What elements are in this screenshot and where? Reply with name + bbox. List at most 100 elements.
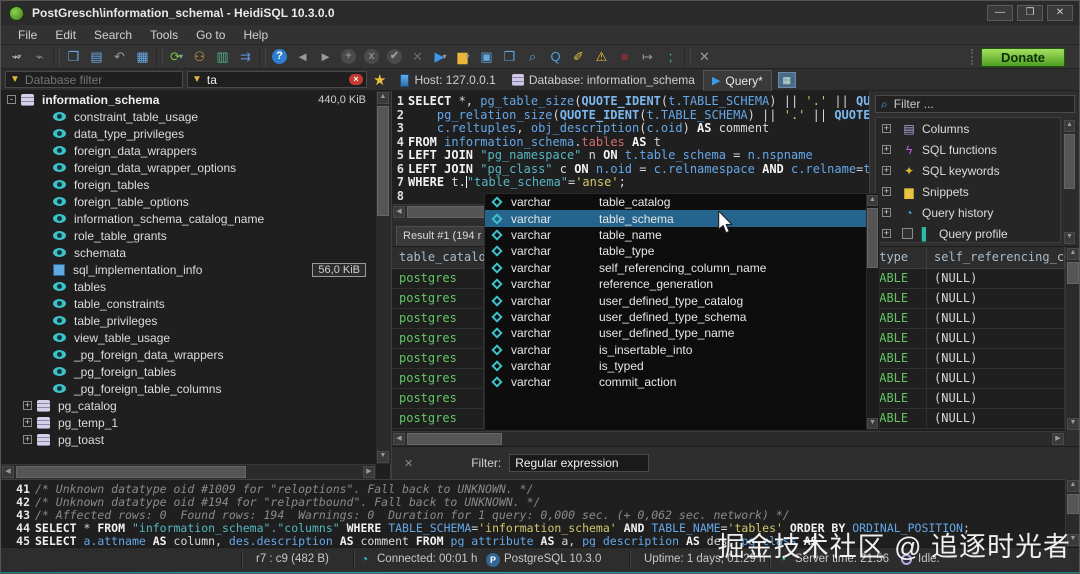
tree-item-sql_implementation_info[interactable]: sql_implementation_info56,0 KiB <box>1 261 390 278</box>
tab-host-127-0-0-1[interactable]: Host: 127.0.0.1 <box>392 70 503 91</box>
collapse-icon[interactable]: - <box>7 95 16 104</box>
autocomplete-item-user_defined_type_schema[interactable]: varcharuser_defined_type_schema <box>485 309 879 325</box>
clear-filter-icon[interactable]: × <box>349 74 363 85</box>
helper-vertical-scrollbar[interactable]: ▲ ▼ <box>1063 119 1077 245</box>
sql-editor[interactable]: 1SELECT *, pg_table_size(QUOTE_IDENT(t.T… <box>392 91 869 204</box>
helper-item-query-history[interactable]: +◔Query history <box>876 202 1060 223</box>
grid-cell[interactable]: postgres <box>392 389 484 409</box>
expand-icon[interactable]: + <box>23 401 32 410</box>
tree-item-_pg_foreign_table_columns[interactable]: _pg_foreign_table_columns <box>1 380 390 397</box>
run-query-icon[interactable]: ▶▾ <box>429 46 452 67</box>
tree-item-table_privileges[interactable]: table_privileges <box>1 312 390 329</box>
expand-icon[interactable]: + <box>23 418 32 427</box>
tree-item-table_constraints[interactable]: table_constraints <box>1 295 390 312</box>
table-filter-input[interactable] <box>207 73 362 87</box>
grid-cell[interactable]: (NULL) <box>927 269 1065 289</box>
menu-item-search[interactable]: Search <box>85 26 141 44</box>
helper-item-snippets[interactable]: +▆Snippets <box>876 181 1060 202</box>
tree-item-view_table_usage[interactable]: view_table_usage <box>1 329 390 346</box>
menu-item-tools[interactable]: Tools <box>141 26 187 44</box>
semicolon-icon[interactable]: ; <box>659 46 682 67</box>
warning-icon[interactable]: ⚠ <box>590 46 613 67</box>
dropdown-scrollbar[interactable]: ▲ ▼ <box>866 194 879 430</box>
donate-button[interactable]: Donate <box>981 48 1065 67</box>
expand-icon[interactable]: + <box>882 208 891 217</box>
undo-icon[interactable]: ↶ <box>108 46 131 67</box>
tree-item-foreign_data_wrappers[interactable]: foreign_data_wrappers <box>1 142 390 159</box>
tree-item-data_type_privileges[interactable]: data_type_privileges <box>1 125 390 142</box>
helper-item-query-profile[interactable]: +▌Query profile <box>876 223 1060 244</box>
tree-item-role_table_grants[interactable]: role_table_grants <box>1 227 390 244</box>
grid-cell[interactable]: (NULL) <box>927 289 1065 309</box>
autocomplete-item-commit_action[interactable]: varcharcommit_action <box>485 374 879 390</box>
tree-item-tables[interactable]: tables <box>1 278 390 295</box>
grid-cell[interactable]: (NULL) <box>927 349 1065 369</box>
indent-icon[interactable]: ↦ <box>636 46 659 67</box>
post-icon[interactable]: ✔ <box>383 46 406 67</box>
autocomplete-item-table_name[interactable]: varchartable_name <box>485 227 879 243</box>
menu-item-file[interactable]: File <box>9 26 46 44</box>
autocomplete-item-self_referencing_column_name[interactable]: varcharself_referencing_column_name <box>485 260 879 276</box>
menu-item-go-to[interactable]: Go to <box>187 26 234 44</box>
result-tab[interactable]: Result #1 (194 r » <box>396 226 495 246</box>
copy-icon[interactable]: ❐ <box>62 46 85 67</box>
save-icon[interactable]: ▣ <box>475 46 498 67</box>
go-last-icon[interactable]: ► <box>314 46 337 67</box>
tab-query-[interactable]: ▶Query* <box>703 70 772 91</box>
grid-column-header-self_referencing_col[interactable]: self_referencing_col <box>927 247 1065 269</box>
close-button[interactable]: ✕ <box>1047 5 1073 21</box>
favorites-star-icon[interactable]: ★ <box>373 71 386 89</box>
refresh-icon[interactable]: ⟳▾ <box>165 46 188 67</box>
grid-cell[interactable]: postgres <box>392 289 484 309</box>
tree-vertical-scrollbar[interactable]: ▲ ▼ <box>376 91 391 464</box>
expand-icon[interactable]: + <box>882 124 891 133</box>
find-icon[interactable]: ⌕ <box>521 46 544 67</box>
expand-icon[interactable]: + <box>882 187 891 196</box>
grid-column-header-table_catalog[interactable]: table_catalog <box>392 247 484 269</box>
query-profile-checkbox[interactable] <box>902 228 913 239</box>
tree-item-information_schema[interactable]: -information_schema440,0 KiB <box>1 91 390 108</box>
maximize-button[interactable]: ❐ <box>1017 5 1043 21</box>
help-icon[interactable]: ? <box>268 46 291 67</box>
tree-item-foreign_tables[interactable]: foreign_tables <box>1 176 390 193</box>
expand-icon[interactable]: + <box>882 166 891 175</box>
tree-item-foreign_table_options[interactable]: foreign_table_options <box>1 193 390 210</box>
user-manager-icon[interactable]: ⚇ <box>188 46 211 67</box>
add-row-icon[interactable]: + <box>337 46 360 67</box>
tab-database-information-schema[interactable]: Database: information_schema <box>504 70 703 91</box>
expand-icon[interactable]: + <box>23 435 32 444</box>
new-query-tab-icon[interactable]: ▦ <box>778 72 796 88</box>
tree-horizontal-scrollbar[interactable]: ◀ ▶ <box>1 464 376 479</box>
autocomplete-item-reference_generation[interactable]: varcharreference_generation <box>485 276 879 292</box>
tree-item-information_schema_catalog_name[interactable]: information_schema_catalog_name <box>1 210 390 227</box>
tree-item-pg_temp_1[interactable]: +pg_temp_1 <box>1 414 390 431</box>
menu-item-edit[interactable]: Edit <box>46 26 85 44</box>
export-grid-icon[interactable]: ▥ <box>211 46 234 67</box>
grid-cell[interactable]: postgres <box>392 409 484 429</box>
helper-item-sql-keywords[interactable]: +✦SQL keywords <box>876 160 1060 181</box>
tree-item-pg_catalog[interactable]: +pg_catalog <box>1 397 390 414</box>
grid-cell[interactable]: (NULL) <box>927 389 1065 409</box>
helper-filter-box[interactable]: ⌕ Filter ... <box>875 95 1075 113</box>
expand-icon[interactable]: + <box>882 145 891 154</box>
tree-item-_pg_foreign_data_wrappers[interactable]: _pg_foreign_data_wrappers <box>1 346 390 363</box>
autocomplete-item-user_defined_type_name[interactable]: varcharuser_defined_type_name <box>485 325 879 341</box>
tree-item-schemata[interactable]: schemata <box>1 244 390 261</box>
clear-grid-filter-icon[interactable]: ✕ <box>404 457 413 470</box>
cancel-edit-icon[interactable]: ✕ <box>406 46 429 67</box>
helper-item-sql-functions[interactable]: +ϟSQL functions <box>876 139 1060 160</box>
go-first-icon[interactable]: ◄ <box>291 46 314 67</box>
menu-item-help[interactable]: Help <box>234 26 277 44</box>
autocomplete-item-table_catalog[interactable]: varchartable_catalog <box>485 194 879 210</box>
paste-icon[interactable]: ▤ <box>85 46 108 67</box>
grid-cell[interactable]: (NULL) <box>927 309 1065 329</box>
grid-cell[interactable]: (NULL) <box>927 329 1065 349</box>
tree-item-foreign_data_wrapper_options[interactable]: foreign_data_wrapper_options <box>1 159 390 176</box>
grid-cell[interactable]: postgres <box>392 309 484 329</box>
database-filter-input[interactable] <box>25 73 178 87</box>
helper-item-columns[interactable]: +▤Columns <box>876 118 1060 139</box>
tree-item-_pg_foreign_tables[interactable]: _pg_foreign_tables <box>1 363 390 380</box>
replace-icon[interactable]: Q <box>544 46 567 67</box>
close-tab-icon[interactable]: ✕ <box>693 46 716 67</box>
reformat-icon[interactable]: ✐ <box>567 46 590 67</box>
